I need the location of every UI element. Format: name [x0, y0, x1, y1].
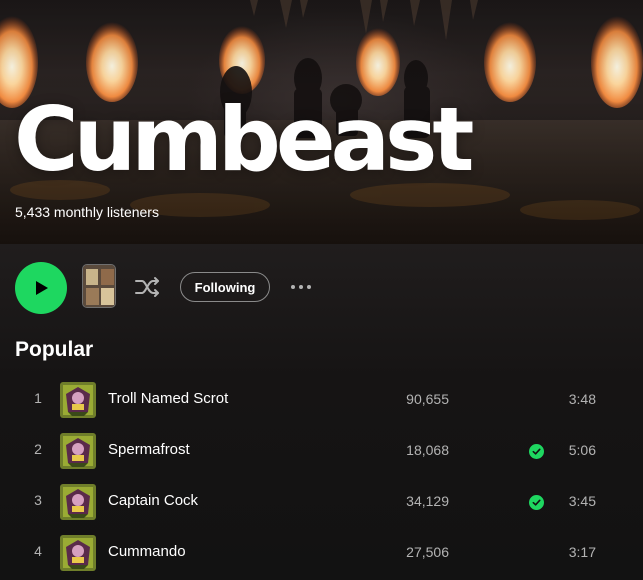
track-title[interactable]: Troll Named Scrot: [108, 390, 228, 407]
artist-pick-thumbnail[interactable]: [82, 264, 116, 308]
track-title[interactable]: Captain Cock: [108, 492, 198, 509]
track-play-count: 18,068: [406, 442, 449, 458]
track-play-count: 90,655: [406, 391, 449, 407]
track-row[interactable]: 4 Cummando 27,506 3:17: [0, 528, 643, 578]
track-number: 3: [34, 492, 42, 508]
track-duration: 3:48: [568, 391, 596, 407]
track-play-count: 34,129: [406, 493, 449, 509]
track-duration: 3:17: [568, 544, 596, 560]
track-duration: 5:06: [568, 442, 596, 458]
more-options-button[interactable]: [286, 274, 316, 300]
monthly-listeners: 5,433 monthly listeners: [15, 204, 159, 220]
track-number: 4: [34, 543, 42, 559]
artist-name: Cumbeast: [14, 88, 474, 191]
saved-check-icon[interactable]: [529, 444, 544, 459]
popular-heading: Popular: [15, 338, 94, 361]
play-icon: [36, 281, 48, 295]
artist-content: Following Popular 1 Troll Named Scrot 90,6…: [0, 244, 643, 580]
track-title[interactable]: Spermafrost: [108, 441, 190, 458]
album-art-icon: [83, 265, 115, 307]
artist-page: Cumbeast 5,433 monthly listeners Followi…: [0, 0, 643, 580]
saved-check-icon[interactable]: [529, 495, 544, 510]
track-row[interactable]: 1 Troll Named Scrot 90,655 3:48: [0, 375, 643, 425]
shuffle-button[interactable]: [132, 271, 164, 303]
track-row[interactable]: 2 Spermafrost 18,068 5:06: [0, 426, 643, 476]
track-title[interactable]: Cummando: [108, 543, 186, 560]
track-cover-art: [60, 484, 96, 520]
play-button[interactable]: [15, 262, 67, 314]
more-options-icon: [291, 285, 295, 289]
artist-header: Cumbeast 5,433 monthly listeners: [0, 0, 643, 244]
follow-button[interactable]: Following: [180, 272, 270, 302]
track-play-count: 27,506: [406, 544, 449, 560]
track-duration: 3:45: [568, 493, 596, 509]
track-cover-art: [60, 433, 96, 469]
track-number: 2: [34, 441, 42, 457]
track-number: 1: [34, 390, 42, 406]
track-row[interactable]: 3 Captain Cock 34,129 3:45: [0, 477, 643, 527]
track-cover-art: [60, 535, 96, 571]
track-cover-art: [60, 382, 96, 418]
shuffle-icon: [135, 277, 159, 297]
